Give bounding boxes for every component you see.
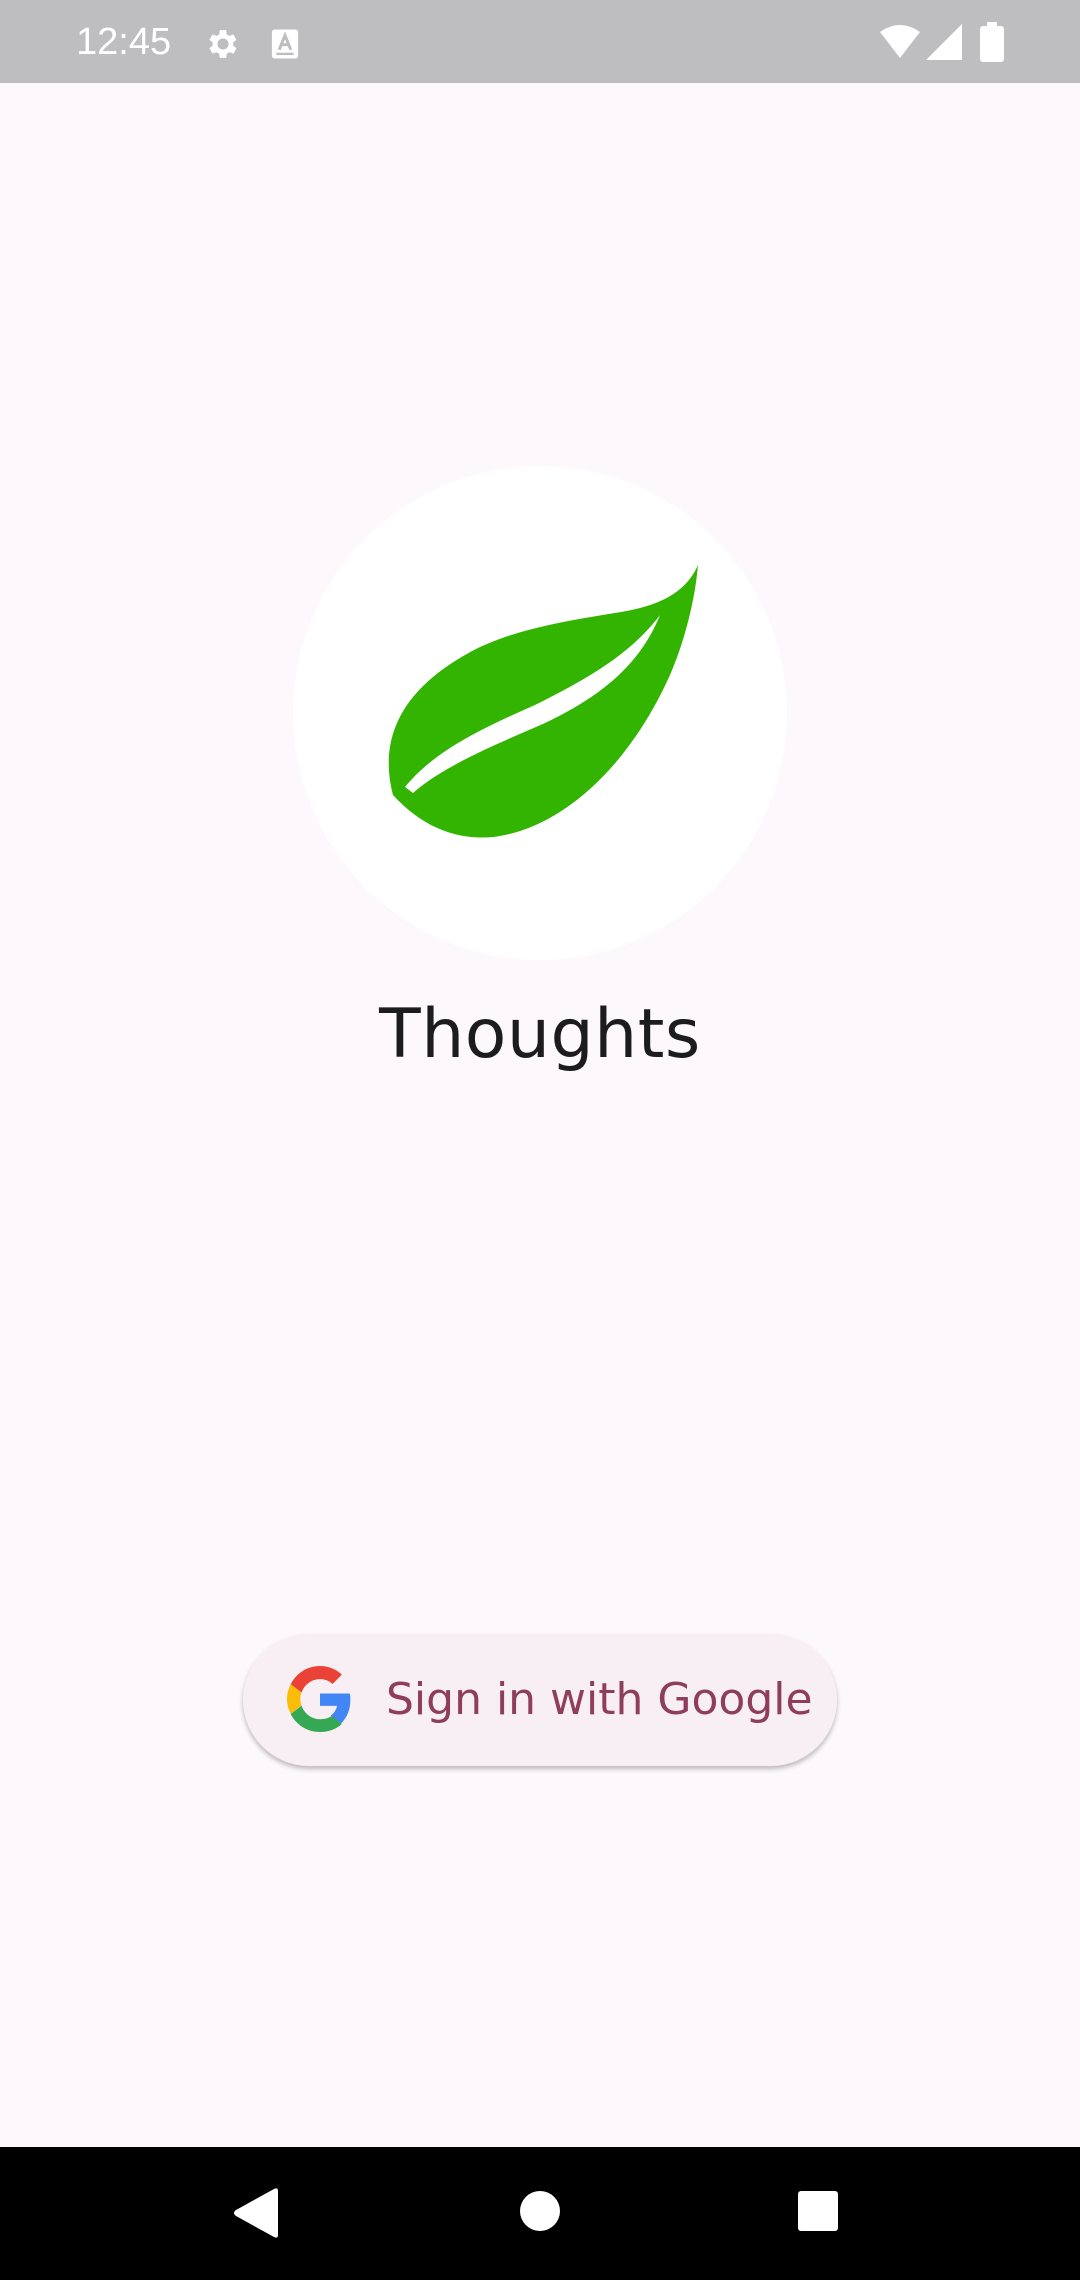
sign-in-label: Sign in with Google <box>386 1674 813 1725</box>
home-icon[interactable] <box>516 2187 564 2235</box>
battery-icon <box>980 22 1004 62</box>
gear-icon <box>209 30 237 58</box>
leaf-icon <box>388 565 698 838</box>
app-title: Thoughts <box>379 995 701 1074</box>
navigation-bar <box>0 2147 1080 2280</box>
wifi-icon <box>880 25 920 58</box>
google-g-icon <box>287 1666 351 1732</box>
back-icon[interactable] <box>232 2187 282 2239</box>
sign-in-with-google-button[interactable]: Sign in with Google <box>243 1634 837 1766</box>
signal-icon <box>926 24 962 60</box>
recents-icon[interactable] <box>796 2189 840 2233</box>
keyboard-a-icon <box>271 29 299 59</box>
status-time: 12:45 <box>76 21 172 63</box>
status-bar: 12:45 <box>0 0 1080 83</box>
